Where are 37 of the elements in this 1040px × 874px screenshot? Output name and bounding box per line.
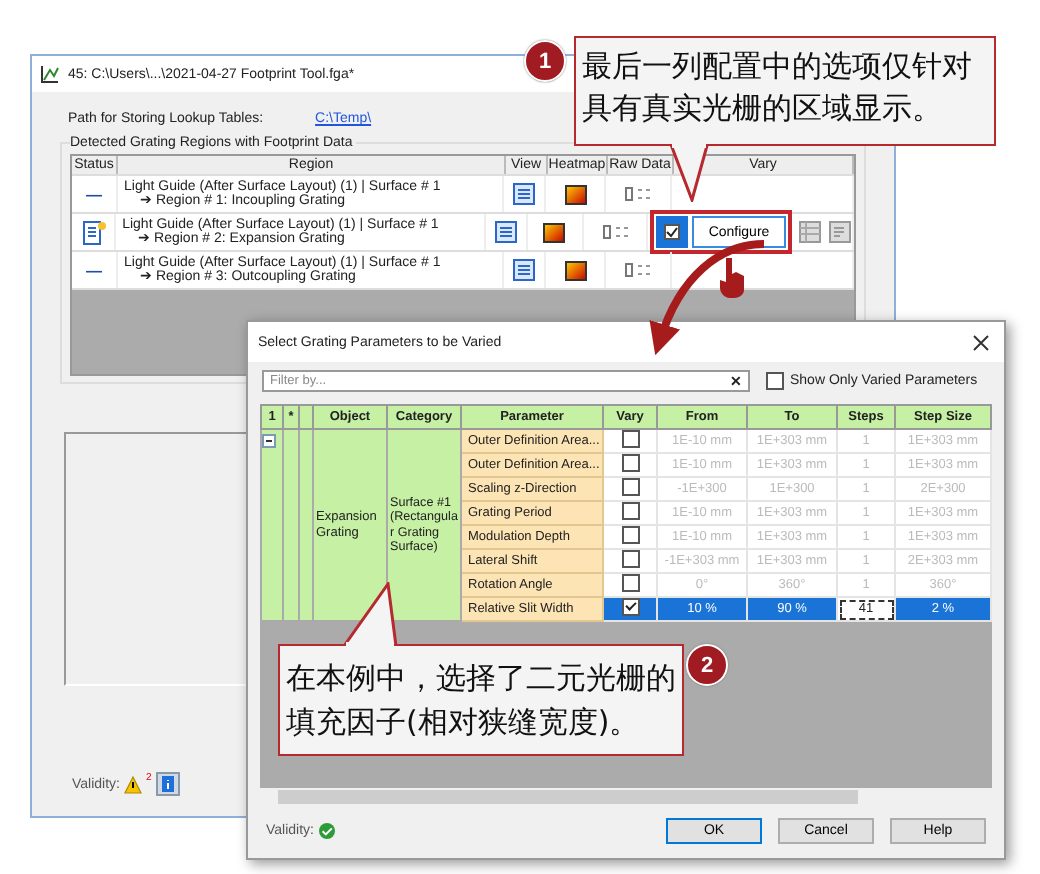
vary-checkbox[interactable]: [621, 454, 639, 472]
vary-checkbox[interactable]: [621, 502, 639, 520]
raw-data-icon[interactable]: [624, 260, 652, 280]
vary-checkbox[interactable]: [621, 478, 639, 496]
vary-checkbox[interactable]: [621, 430, 639, 448]
status-dash: —: [86, 261, 102, 279]
vary-checkbox[interactable]: [621, 598, 639, 616]
check-icon: [318, 822, 336, 840]
info-icon[interactable]: [155, 772, 180, 796]
checkbox[interactable]: [766, 372, 784, 390]
status-dash: —: [86, 185, 102, 203]
table-icon[interactable]: [798, 220, 822, 244]
heatmap-icon[interactable]: [542, 221, 567, 243]
checkbox-icon[interactable]: [664, 224, 680, 240]
view-icon[interactable]: [512, 182, 536, 206]
step-badge: 1: [524, 40, 566, 82]
document-icon[interactable]: [828, 220, 852, 244]
heatmap-icon[interactable]: [563, 183, 587, 205]
callout-pointer: [342, 582, 398, 646]
hand-icon: [716, 256, 748, 300]
vary-checkbox[interactable]: [656, 216, 688, 248]
view-icon[interactable]: [493, 220, 518, 244]
view-icon[interactable]: [512, 258, 536, 282]
scroll-thumb[interactable]: [278, 790, 858, 804]
collapse-icon[interactable]: [262, 434, 276, 448]
app-icon: [40, 64, 60, 84]
raw-data-icon[interactable]: [601, 222, 630, 242]
vary-checkbox[interactable]: [621, 526, 639, 544]
heatmap-icon[interactable]: [563, 259, 587, 281]
close-icon[interactable]: [972, 333, 990, 351]
vary-checkbox[interactable]: [621, 550, 639, 568]
document-icon: [81, 219, 106, 245]
vary-checkbox[interactable]: [621, 574, 639, 592]
warning-icon: [124, 775, 142, 793]
warning-count: 2: [146, 772, 152, 784]
callout-text: 最后一列配置中的选项仅针对具有真实光栅的区域显示。: [574, 36, 996, 146]
raw-data-icon[interactable]: [624, 184, 652, 204]
